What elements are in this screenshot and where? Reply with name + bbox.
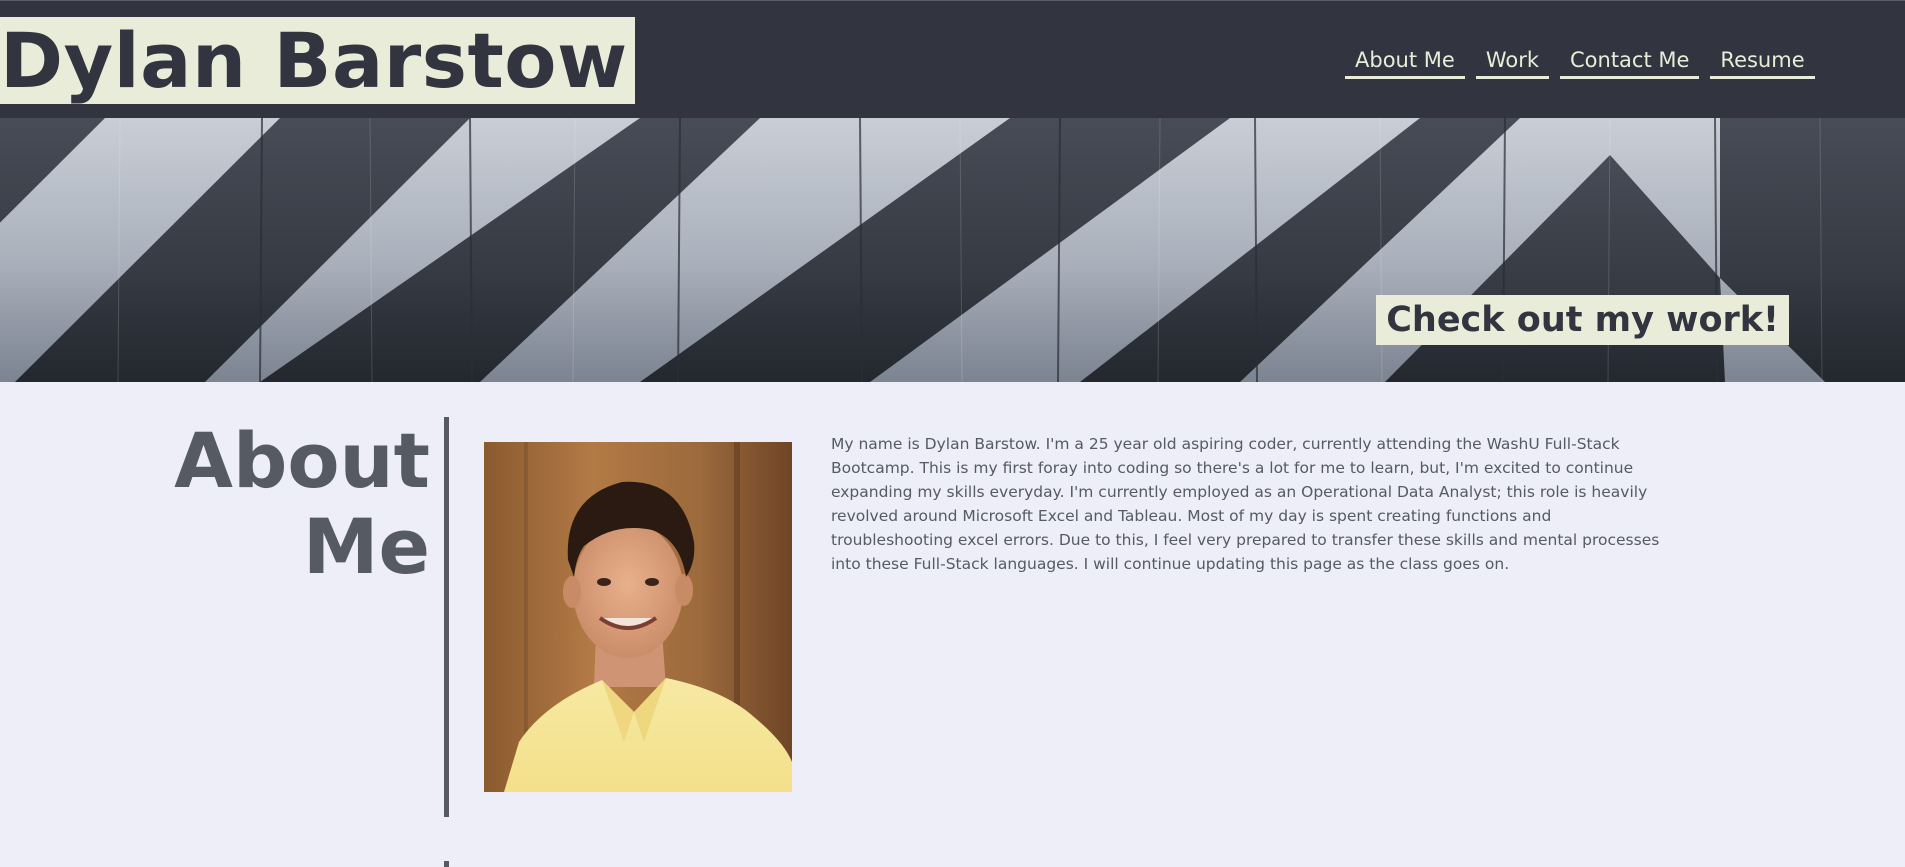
nav-work[interactable]: Work <box>1475 45 1549 79</box>
section-divider <box>444 861 449 867</box>
about-heading: About Me <box>170 418 430 590</box>
site-title[interactable]: Dylan Barstow <box>0 17 635 104</box>
site-header: Dylan Barstow About Me Work Contact Me R… <box>0 0 1905 118</box>
nav-contact-me[interactable]: Contact Me <box>1560 45 1700 79</box>
hero-banner: Check out my work! <box>0 118 1905 382</box>
nav-about-me[interactable]: About Me <box>1345 45 1465 79</box>
section-divider <box>444 417 449 817</box>
profile-photo-image <box>484 442 792 792</box>
nav-resume[interactable]: Resume <box>1710 45 1815 79</box>
check-out-work-button[interactable]: Check out my work! <box>1376 295 1789 345</box>
about-paragraph: My name is Dylan Barstow. I'm a 25 year … <box>831 435 1660 573</box>
about-heading-line1: About <box>174 416 430 505</box>
profile-photo <box>484 442 792 792</box>
about-heading-line2: Me <box>302 502 430 591</box>
main-nav: About Me Work Contact Me Resume <box>1345 45 1815 79</box>
